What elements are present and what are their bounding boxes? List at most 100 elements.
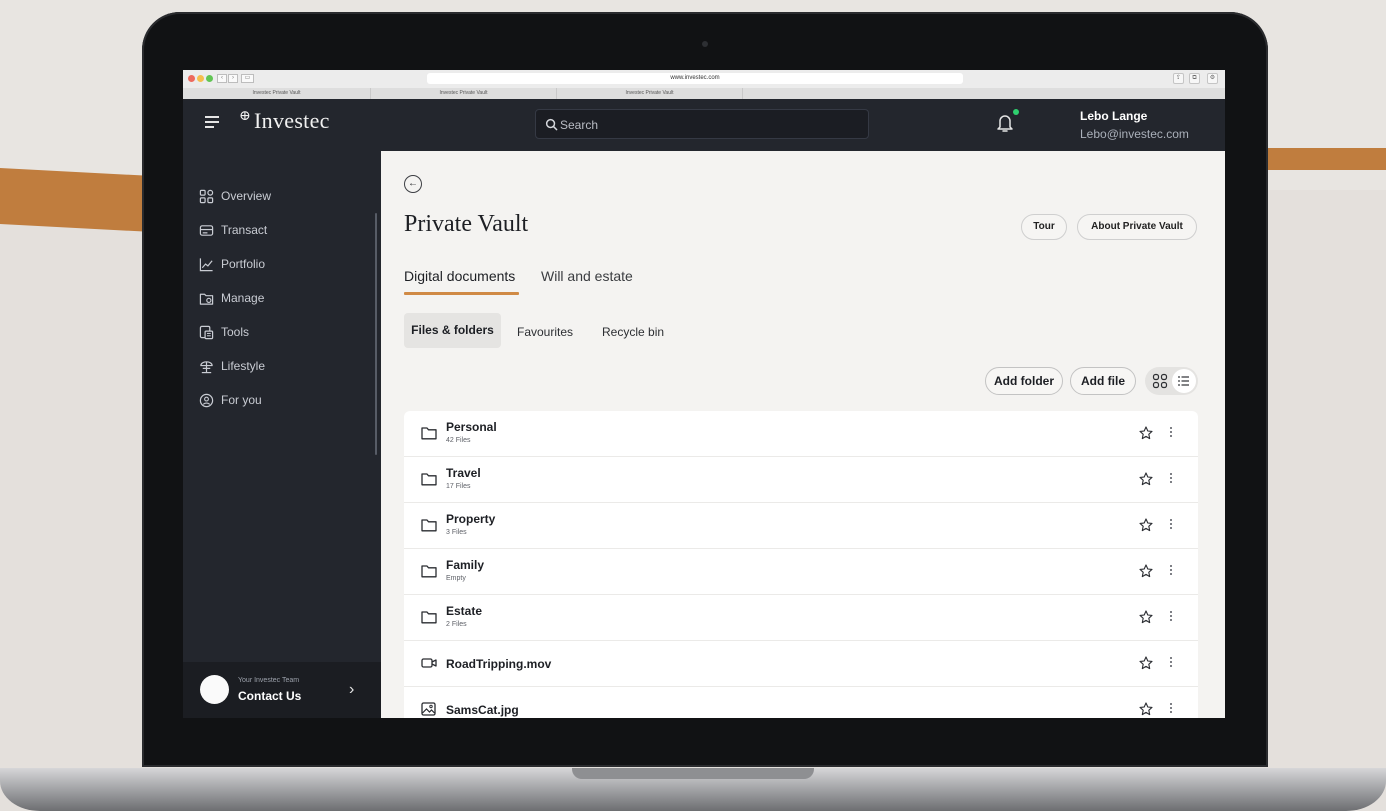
star-icon[interactable]	[1139, 610, 1153, 624]
file-meta: Empty	[446, 575, 466, 582]
star-icon[interactable]	[1139, 702, 1153, 716]
page-title: Private Vault	[404, 211, 529, 237]
user-name[interactable]: Lebo Lange	[1080, 109, 1147, 123]
sidebar-item-portfolio[interactable]: Portfolio	[199, 255, 265, 273]
add-folder-button[interactable]: Add folder	[985, 367, 1063, 395]
sidebar-item-label: Lifestyle	[221, 359, 266, 373]
app-header: ⊕ Investec Search Lebo Lange Lebo@investe…	[183, 99, 1225, 151]
more-options-icon[interactable]	[1169, 609, 1173, 623]
sidebar-item-label: Portfolio	[221, 257, 266, 271]
file-list: Personal 42 Files Travel 17 Files Proper…	[404, 411, 1198, 718]
decorative-stripe	[1256, 148, 1386, 170]
folder-icon	[421, 611, 437, 624]
settings-icon[interactable]: ⚙	[1207, 73, 1218, 84]
file-meta: 2 Files	[446, 621, 467, 628]
view-toggle	[1145, 367, 1198, 395]
tab-digital-documents[interactable]: Digital documents	[404, 268, 515, 284]
image-file-icon	[421, 702, 436, 716]
browser-tab[interactable]: Investec Private Vault	[183, 88, 371, 99]
list-item[interactable]: Estate 2 Files	[404, 595, 1198, 641]
list-item[interactable]: Family Empty	[404, 549, 1198, 595]
star-icon[interactable]	[1139, 426, 1153, 440]
more-options-icon[interactable]	[1169, 701, 1173, 715]
minimize-window-button[interactable]	[197, 75, 204, 82]
file-meta: 42 Files	[446, 437, 471, 444]
list-item[interactable]: SamsCat.jpg	[404, 687, 1198, 718]
file-name: Estate	[446, 604, 483, 618]
file-name: SamsCat.jpg	[446, 703, 519, 717]
more-options-icon[interactable]	[1169, 517, 1173, 531]
grid-view-icon[interactable]	[1152, 373, 1168, 389]
list-view-icon	[1178, 376, 1189, 386]
list-item[interactable]: Personal 42 Files	[404, 411, 1198, 457]
menu-icon[interactable]	[205, 116, 219, 130]
file-name: Property	[446, 512, 496, 526]
star-icon[interactable]	[1139, 564, 1153, 578]
star-icon[interactable]	[1139, 472, 1153, 486]
folder-icon	[421, 427, 437, 440]
tour-button[interactable]: Tour	[1021, 214, 1067, 240]
portfolio-icon	[199, 257, 213, 271]
subtab-recycle-bin[interactable]: Recycle bin	[602, 325, 664, 339]
share-icon[interactable]: ⇪	[1173, 73, 1184, 84]
sidebar-item-label: Tools	[221, 325, 250, 339]
tab-will-and-estate[interactable]: Will and estate	[541, 268, 633, 284]
list-item[interactable]: RoadTripping.mov	[404, 641, 1198, 687]
transact-icon	[199, 224, 214, 236]
add-file-button[interactable]: Add file	[1070, 367, 1136, 395]
list-view-button[interactable]	[1172, 369, 1196, 393]
more-options-icon[interactable]	[1169, 471, 1173, 485]
contact-us-button[interactable]: Your Investec Team Contact Us ›	[183, 662, 381, 718]
list-item[interactable]: Property 3 Files	[404, 503, 1198, 549]
sidebar-item-label: Overview	[221, 189, 272, 203]
user-email: Lebo@investec.com	[1080, 127, 1189, 141]
close-window-button[interactable]	[188, 75, 195, 82]
sidebar-item-transact[interactable]: Transact	[199, 221, 267, 239]
notification-bell-icon[interactable]	[996, 113, 1014, 133]
file-name: Family	[446, 558, 485, 572]
investec-logo-icon: ⊕	[239, 109, 252, 124]
search-placeholder: Search	[560, 118, 599, 132]
sidebar-item-tools[interactable]: Tools	[199, 323, 249, 341]
manage-icon	[199, 293, 214, 305]
browser-tab[interactable]: Investec Private Vault	[557, 88, 743, 99]
list-item[interactable]: Travel 17 Files	[404, 457, 1198, 503]
maximize-window-button[interactable]	[206, 75, 213, 82]
sidebar-item-manage[interactable]: Manage	[199, 289, 264, 307]
tabs-icon[interactable]: ⧉	[1189, 73, 1200, 84]
browser-tab[interactable]: Investec Private Vault	[371, 88, 557, 99]
brand-name: Investec	[254, 108, 330, 133]
sidebar-item-label: Transact	[221, 223, 268, 237]
more-options-icon[interactable]	[1169, 655, 1173, 669]
star-icon[interactable]	[1139, 656, 1153, 670]
back-arrow-icon[interactable]: ←	[404, 175, 422, 193]
subtab-files-and-folders[interactable]: Files & folders	[404, 313, 501, 348]
laptop-screen: ‹ › ▭ www.investec.com ⇪ ⧉ ⚙ Investec Pr…	[183, 70, 1225, 718]
file-name: Personal	[446, 420, 497, 434]
for-you-icon	[199, 393, 214, 407]
laptop-notch	[572, 768, 814, 779]
brand-logo[interactable]: ⊕ Investec	[239, 108, 330, 134]
sidebar-scrollbar[interactable]	[375, 213, 377, 455]
sidebar-item-for-you[interactable]: For you	[199, 391, 262, 409]
sidebar-toggle-icon[interactable]: ▭	[241, 74, 254, 83]
about-private-vault-button[interactable]: About Private Vault	[1077, 214, 1197, 240]
forward-nav-icon[interactable]: ›	[228, 74, 238, 83]
contact-label: Contact Us	[238, 689, 302, 703]
more-options-icon[interactable]	[1169, 563, 1173, 577]
sidebar-item-label: For you	[221, 393, 262, 407]
active-tab-indicator	[404, 292, 519, 295]
contact-subtitle: Your Investec Team	[238, 677, 300, 684]
folder-icon	[421, 519, 437, 532]
more-options-icon[interactable]	[1169, 425, 1173, 439]
star-icon[interactable]	[1139, 518, 1153, 532]
sidebar-item-overview[interactable]: Overview	[199, 187, 271, 205]
url-bar[interactable]: www.investec.com	[427, 73, 963, 84]
subtab-favourites[interactable]: Favourites	[517, 325, 573, 339]
sidebar-item-lifestyle[interactable]: Lifestyle	[199, 357, 265, 375]
back-nav-icon[interactable]: ‹	[217, 74, 227, 83]
file-name: Travel	[446, 466, 481, 480]
search-input[interactable]: Search	[535, 109, 869, 139]
search-icon	[545, 118, 558, 131]
file-name: RoadTripping.mov	[446, 657, 552, 671]
